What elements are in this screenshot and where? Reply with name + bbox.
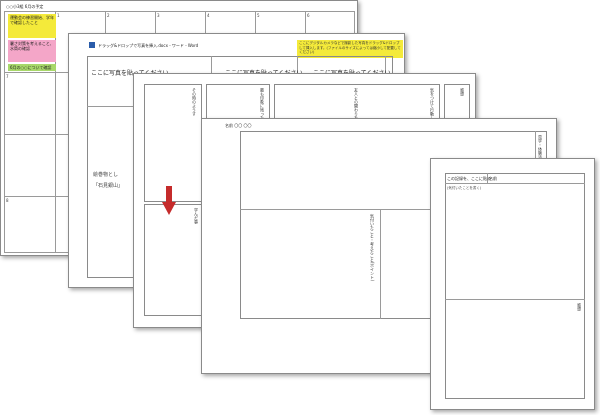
side-label: 感想 xyxy=(577,303,582,311)
sub-label: (気付いたことを書く) xyxy=(447,186,482,190)
name-header: 名前 〇〇 〇〇 xyxy=(225,123,252,128)
day-number: 2 xyxy=(107,13,110,18)
front-frame xyxy=(445,173,585,399)
frame-label: 学んだ事 xyxy=(194,208,199,224)
frame-label: 感想 xyxy=(460,88,465,96)
arrow-down-icon xyxy=(162,186,176,215)
left-label: 「石見銀山」 xyxy=(93,183,124,189)
header-right: 名前 xyxy=(489,176,497,181)
left-label: 絵巻物とし xyxy=(93,172,119,178)
header-left: この記録を、ここに貼る xyxy=(447,176,491,181)
frame-label: その時のようす xyxy=(192,88,197,116)
sticky-note-green[interactable]: 6月の○○について確認 xyxy=(8,64,56,71)
day-number: 5 xyxy=(257,13,260,18)
calendar-title: ○○小3組 6月の予定 xyxy=(6,4,44,9)
front-sheet: この記録を、ここに貼る 名前 (気付いたことを書く) 感想 xyxy=(430,158,595,410)
file-label: ドラッグ&ドロップで写真を挿入.docx - ワード - Word xyxy=(98,43,199,48)
word-file-icon xyxy=(89,42,95,48)
day-number: 3 xyxy=(157,13,160,18)
day-number: 6 xyxy=(307,13,310,18)
day-number: 1 xyxy=(57,13,60,18)
sticky-note-pink[interactable]: 暑さ対策を考えること、水筒の確認 xyxy=(8,40,56,62)
frame-label: 気付いたこと・考えたこと(ポイント) xyxy=(370,214,375,282)
day-number: 7 xyxy=(6,74,9,79)
day-number: 4 xyxy=(207,13,210,18)
day-number: 8 xyxy=(6,198,9,203)
sticky-note-yellow[interactable]: 運動会の練習開始、学年で確認したこと xyxy=(8,14,56,38)
